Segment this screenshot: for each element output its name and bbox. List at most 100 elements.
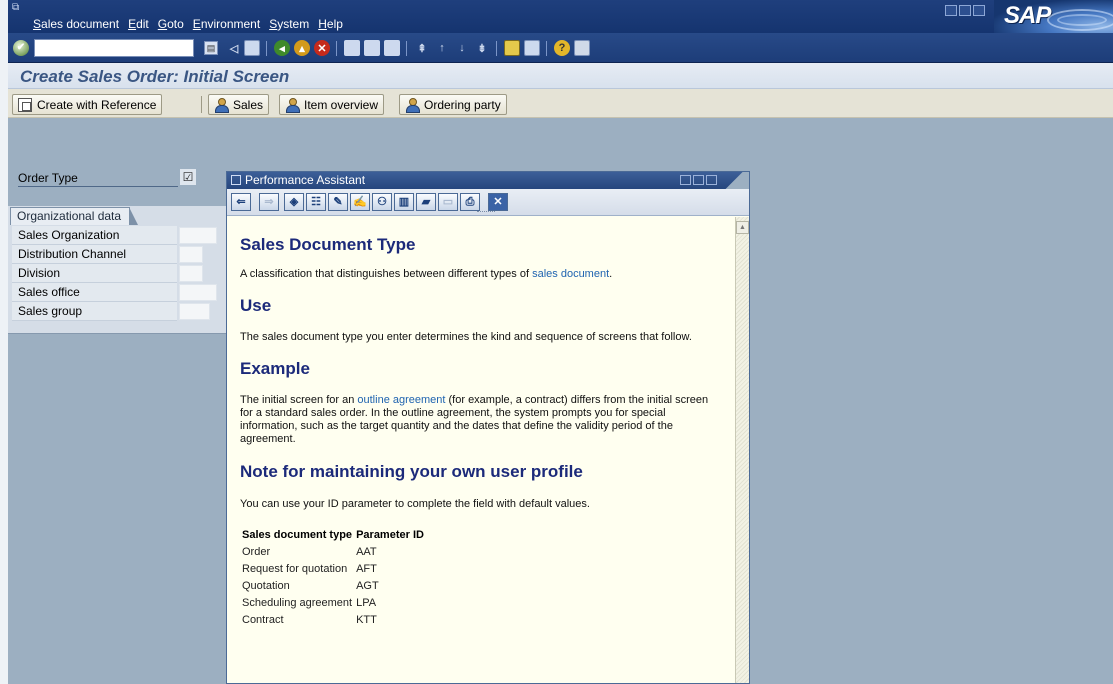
- sales-group-label: Sales group: [12, 302, 177, 321]
- distribution-channel-label: Distribution Channel: [12, 245, 177, 264]
- heading-use: Use: [240, 296, 272, 315]
- technical-info-icon[interactable]: ◈: [284, 193, 304, 211]
- menu-goto[interactable]: Goto: [158, 17, 184, 31]
- new-session-icon[interactable]: [504, 40, 520, 56]
- glossary-icon[interactable]: ▰: [416, 193, 436, 211]
- logo-swirl-inner: [1057, 14, 1107, 26]
- find-next-icon[interactable]: [384, 40, 400, 56]
- menu-bar: ⧉ Sales document Edit Goto Environment S…: [8, 0, 1113, 33]
- ordering-party-button[interactable]: Ordering party: [399, 94, 507, 115]
- system-toolbar: ✔ ▤ ◁ ◂ ▴ ✕ ⇞ ↑ ↓ ⇟ ?: [8, 33, 1113, 63]
- sales-document-link[interactable]: sales document: [532, 268, 609, 280]
- people-icon[interactable]: ⚇: [372, 193, 392, 211]
- tab-organizational-data[interactable]: Organizational data: [10, 207, 139, 225]
- forward-arrow-icon[interactable]: ⇒: [259, 193, 279, 211]
- toolbar-separator: [406, 41, 407, 56]
- table-row: Scheduling agreement LPA: [242, 594, 428, 611]
- menu-sales-document[interactable]: Sales document: [33, 17, 119, 31]
- close-icon[interactable]: [973, 5, 985, 16]
- field-row-sales-group: Sales group: [12, 302, 226, 321]
- shortcut-icon[interactable]: [524, 40, 540, 56]
- table-cell: AFT: [356, 562, 377, 575]
- first-page-icon[interactable]: ⇞: [414, 40, 430, 56]
- save-icon[interactable]: [244, 40, 260, 56]
- minimize-icon[interactable]: [680, 175, 691, 185]
- exit-icon[interactable]: ▴: [294, 40, 310, 56]
- command-field[interactable]: [34, 39, 194, 57]
- window-icon[interactable]: ⧉: [12, 2, 19, 13]
- sales-office-input[interactable]: [179, 284, 217, 301]
- cancel-icon[interactable]: ✕: [314, 40, 330, 56]
- minimize-icon[interactable]: [945, 5, 957, 16]
- field-row-sales-office: Sales office: [12, 283, 226, 302]
- help-icon[interactable]: ?: [554, 40, 570, 56]
- toolbar-separator: [201, 96, 202, 113]
- sales-organization-label: Sales Organization: [12, 226, 177, 245]
- sales-organization-input[interactable]: [179, 227, 217, 244]
- copy-icon: [18, 97, 32, 112]
- close-assistant-icon[interactable]: ✕: [488, 193, 508, 211]
- maximize-icon[interactable]: [693, 175, 704, 185]
- menu-environment[interactable]: Environment: [193, 17, 260, 31]
- menu-edit[interactable]: Edit: [128, 17, 149, 31]
- create-with-reference-button[interactable]: Create with Reference: [12, 94, 163, 115]
- sales-button[interactable]: Sales: [208, 94, 270, 115]
- table-cell: Scheduling agreement: [242, 596, 353, 609]
- resize-grip[interactable]: [477, 211, 495, 214]
- definition-text: A classification that distinguishes betw…: [240, 268, 533, 280]
- table-cell: AAT: [356, 545, 377, 558]
- field-row-division: Division: [12, 264, 226, 283]
- toolbar-separator: [546, 41, 547, 56]
- org-fields: Sales Organization Distribution Channel …: [12, 226, 226, 321]
- print-icon[interactable]: [344, 40, 360, 56]
- menu-help[interactable]: Help: [318, 17, 343, 31]
- find-icon[interactable]: [364, 40, 380, 56]
- ordering-party-label: Ordering party: [424, 97, 501, 112]
- parameter-table: Sales document type Parameter ID Order A…: [242, 526, 428, 628]
- table-cell: Order: [242, 545, 271, 558]
- scroll-up-icon[interactable]: ▲: [736, 221, 749, 234]
- assistant-scrollbar[interactable]: ▲: [735, 217, 749, 683]
- structure-icon[interactable]: ☷: [306, 193, 326, 211]
- edit-icon[interactable]: ✎: [328, 193, 348, 211]
- back-icon[interactable]: ◁: [226, 40, 242, 56]
- person-icon: [214, 97, 229, 113]
- table-cell: Request for quotation: [242, 562, 348, 575]
- back-nav-icon[interactable]: ◂: [274, 40, 290, 56]
- close-icon[interactable]: [706, 175, 717, 185]
- document-icon[interactable]: ▭: [438, 193, 458, 211]
- item-overview-label: Item overview: [304, 97, 379, 112]
- item-overview-button[interactable]: Item overview: [279, 94, 385, 115]
- field-row-distribution-channel: Distribution Channel: [12, 245, 226, 264]
- heading-note-user-profile: Note for maintaining your own user profi…: [240, 462, 583, 481]
- back-arrow-icon[interactable]: ⇐: [231, 193, 251, 211]
- print-icon[interactable]: ⎙: [460, 193, 480, 211]
- next-page-icon[interactable]: ↓: [454, 40, 470, 56]
- paragraph-example: The initial screen for an outline agreem…: [240, 394, 723, 446]
- enter-icon[interactable]: ✔: [13, 40, 29, 56]
- table-cell: Contract: [242, 613, 284, 626]
- outline-agreement-link[interactable]: outline agreement: [357, 394, 445, 406]
- prev-page-icon[interactable]: ↑: [434, 40, 450, 56]
- menu-system[interactable]: System: [269, 17, 309, 31]
- note-icon[interactable]: ✍: [350, 193, 370, 211]
- sales-group-input[interactable]: [179, 303, 210, 320]
- order-type-field[interactable]: ☑: [180, 169, 196, 185]
- toolbar-separator: [336, 41, 337, 56]
- last-page-icon[interactable]: ⇟: [474, 40, 490, 56]
- maximize-icon[interactable]: [959, 5, 971, 16]
- organizational-data-panel: Organizational data Sales Organization D…: [8, 206, 228, 334]
- book-icon[interactable]: ▥: [394, 193, 414, 211]
- layout-icon[interactable]: [574, 40, 590, 56]
- division-input[interactable]: [179, 265, 203, 282]
- sales-office-label: Sales office: [12, 283, 177, 302]
- distribution-channel-input[interactable]: [179, 246, 203, 263]
- table-row: Quotation AGT: [242, 577, 428, 594]
- assistant-titlebar[interactable]: Performance Assistant: [227, 172, 749, 189]
- order-type-label: Order Type: [18, 171, 178, 187]
- paragraph-definition: A classification that distinguishes betw…: [240, 268, 723, 281]
- menu-items: Sales document Edit Goto Environment Sys…: [33, 17, 343, 31]
- assistant-toolbar: ⇐ ⇒ ◈ ☷ ✎ ✍ ⚇ ▥ ▰ ▭ ⎙ ✕: [227, 189, 749, 216]
- command-history-icon[interactable]: ▤: [204, 41, 218, 55]
- field-row-sales-organization: Sales Organization: [12, 226, 226, 245]
